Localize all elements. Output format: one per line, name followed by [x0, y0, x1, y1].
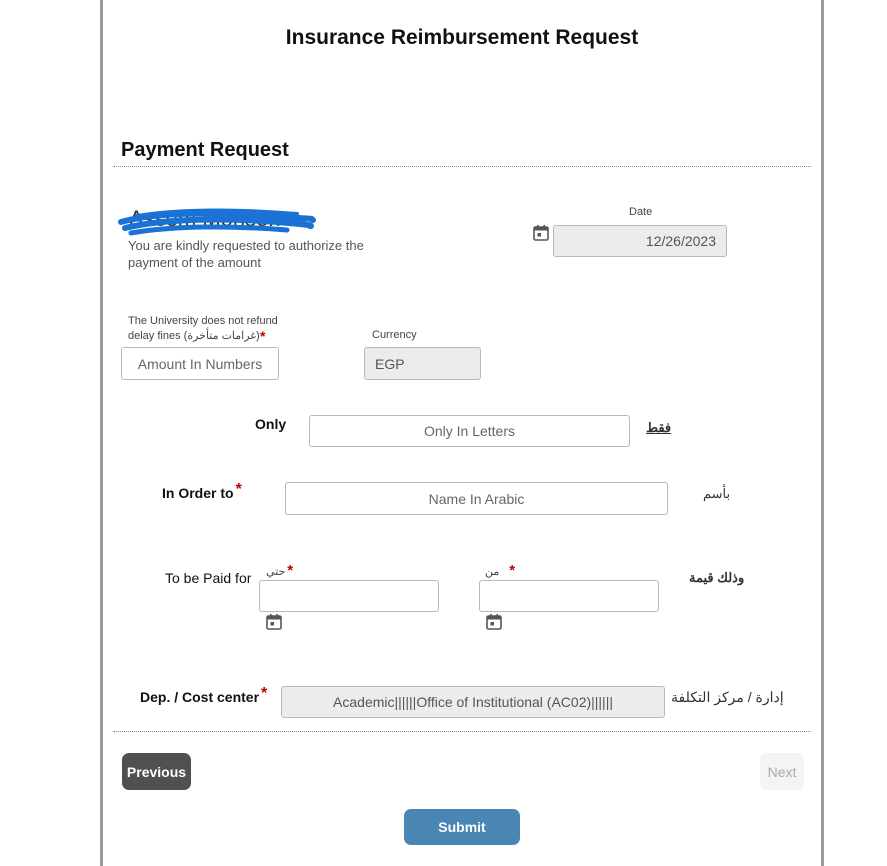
in-order-to-text: In Order to [162, 485, 234, 501]
submit-button[interactable]: Submit [404, 809, 520, 845]
calendar-icon[interactable] [532, 224, 550, 242]
order-arabic-label: بأسم [703, 486, 731, 501]
redaction-scribble [118, 208, 316, 236]
currency-value: EGP [375, 355, 405, 372]
calendar-icon[interactable] [485, 613, 503, 631]
only-placeholder: Only In Letters [423, 423, 516, 439]
footer-divider [113, 731, 811, 732]
form-container: Insurance Reimbursement Request Payment … [100, 0, 824, 866]
cost-center-value: Academic||||||Office of Institutional (A… [333, 694, 613, 710]
from-date-required-mark: * [509, 562, 516, 579]
from-date-input[interactable] [479, 580, 659, 612]
date-value: 12/26/2023 [645, 233, 716, 249]
previous-button[interactable]: Previous [122, 753, 191, 790]
from-date-label: من * [485, 562, 515, 579]
currency-label: Currency [372, 329, 417, 341]
to-date-label-text: حتي [266, 566, 286, 578]
form-title: Insurance Reimbursement Request [285, 26, 639, 49]
amount-note-text: The University does not refund delay fin… [128, 315, 278, 342]
in-order-to-required-mark: * [235, 481, 242, 498]
amount-placeholder: Amount In Numbers [137, 355, 263, 372]
only-label: Only [255, 416, 287, 432]
date-label: Date [629, 206, 653, 218]
currency-field[interactable]: EGP [364, 347, 481, 380]
amount-input[interactable]: Amount In Numbers [121, 347, 279, 380]
to-date-required-mark: * [287, 562, 294, 579]
cost-center-field[interactable]: Academic||||||Office of Institutional (A… [281, 686, 665, 718]
in-order-to-label: In Order to * [162, 481, 242, 503]
cost-center-label-text: Dep. / Cost center [140, 689, 260, 705]
amount-note: The University does not refund delay fin… [128, 314, 298, 344]
to-date-label: حتي * [266, 562, 293, 579]
name-in-arabic-input[interactable]: Name In Arabic [285, 482, 668, 515]
date-field[interactable]: 12/26/2023 [553, 225, 727, 257]
cost-center-required-mark: * [261, 685, 268, 702]
section-title: Payment Request [121, 139, 289, 161]
only-arabic-label: فقط [646, 420, 672, 435]
cost-center-label: Dep. / Cost center * [140, 685, 267, 707]
recipient-name-area: Assem Mohsen . [118, 206, 329, 236]
period-arabic-label: وذلك قيمة [689, 570, 745, 585]
amount-required-mark: * [260, 328, 266, 344]
order-placeholder: Name In Arabic [428, 490, 525, 507]
to-date-input[interactable] [259, 580, 439, 612]
to-be-paid-label: To be Paid for [165, 570, 252, 586]
request-text: You are kindly requested to authorize th… [128, 238, 364, 270]
cost-center-arabic-label: إدارة / مركز التكلفة [671, 689, 784, 705]
section-divider [113, 166, 811, 167]
only-in-letters-input[interactable]: Only In Letters [309, 415, 630, 447]
calendar-icon[interactable] [265, 613, 283, 631]
next-button[interactable]: Next [760, 753, 804, 790]
from-date-label-text: من [485, 566, 500, 578]
